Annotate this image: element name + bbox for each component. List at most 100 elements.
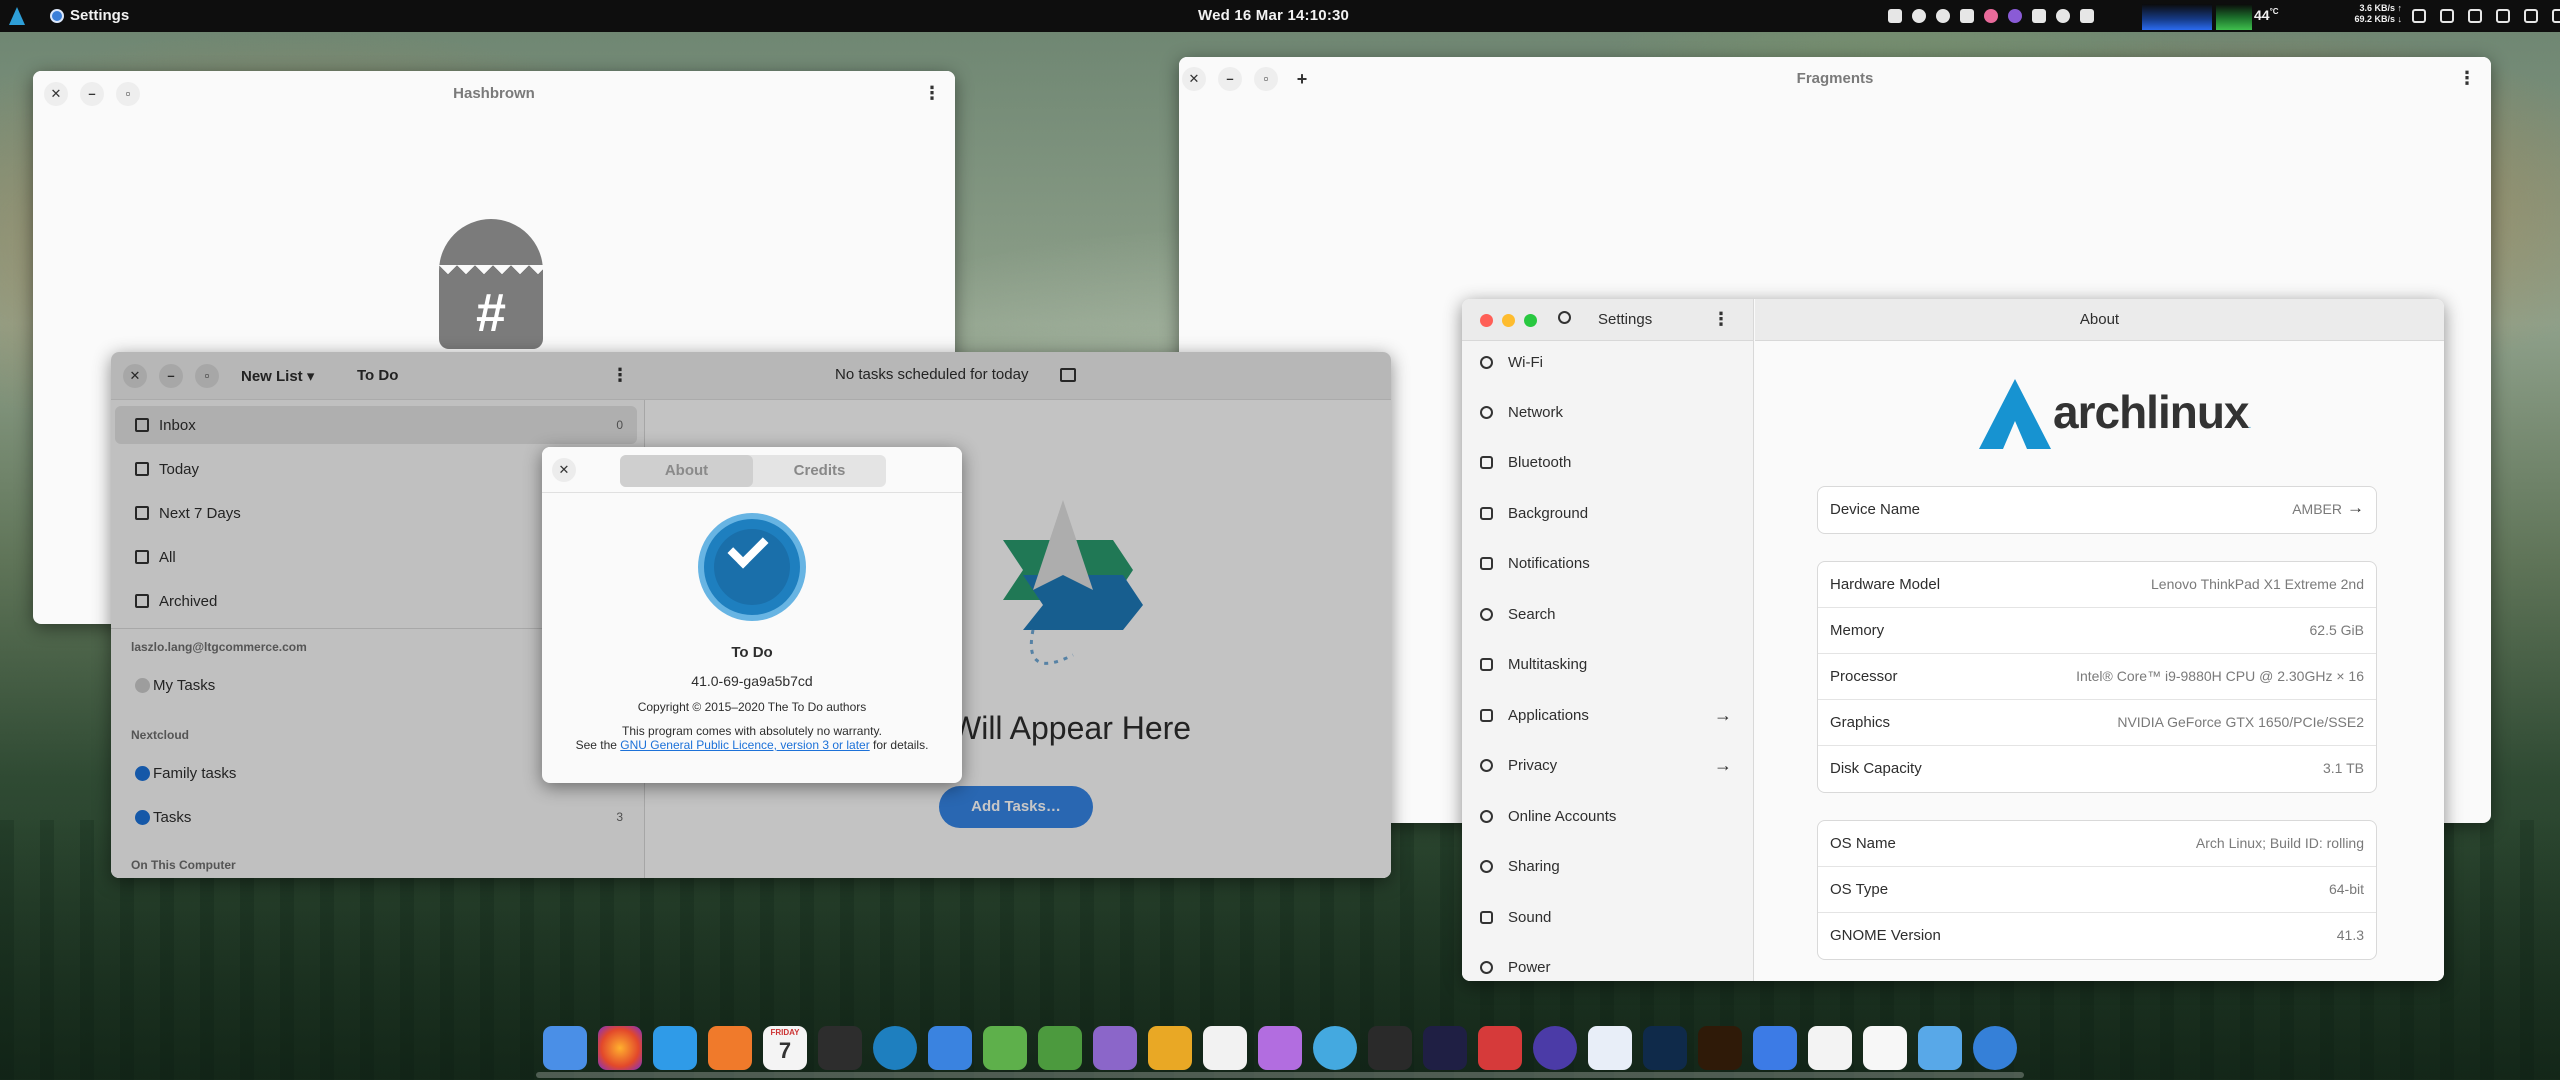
check-icon[interactable] bbox=[2056, 9, 2070, 23]
network-speed: 3.6 KB/s ↑ 69.2 KB/s ↓ bbox=[2330, 3, 2402, 25]
refresh-icon[interactable] bbox=[1984, 9, 1998, 23]
sidebar-item-sound[interactable]: Sound bbox=[1462, 896, 1754, 942]
focused-app-name[interactable]: Settings bbox=[70, 7, 129, 24]
system-monitor-icon[interactable] bbox=[818, 1026, 862, 1070]
illustrator-icon[interactable] bbox=[1698, 1026, 1742, 1070]
search-icon[interactable] bbox=[1558, 311, 1571, 324]
wifi-icon bbox=[1480, 356, 1493, 369]
sidebar-item-power[interactable]: Power bbox=[1462, 946, 1754, 981]
app-name: To Do bbox=[731, 644, 773, 661]
row-value: AMBER bbox=[2292, 501, 2342, 517]
settings-sidebar: Settings ⋮ Wi-Fi Network Bluetooth Backg… bbox=[1462, 299, 1754, 981]
clock[interactable]: Wed 16 Mar 14:10:30 bbox=[1198, 7, 1349, 24]
volume-icon[interactable] bbox=[2524, 9, 2538, 23]
item-label: Background bbox=[1508, 505, 1589, 522]
color-picker-icon[interactable] bbox=[2412, 9, 2426, 23]
meet-icon[interactable] bbox=[1038, 1026, 1082, 1070]
rss-icon[interactable] bbox=[708, 1026, 752, 1070]
search-icon bbox=[1480, 608, 1493, 621]
mail-icon[interactable] bbox=[653, 1026, 697, 1070]
menu-icon[interactable]: ⋮ bbox=[920, 82, 944, 106]
logo-trademark: . bbox=[2248, 420, 2252, 431]
sidebar-item-privacy[interactable]: Privacy → bbox=[1462, 744, 1754, 790]
os-name-row: OS Name Arch Linux; Build ID: rolling bbox=[1818, 821, 2376, 867]
wikipedia-icon[interactable] bbox=[1203, 1026, 1247, 1070]
tray-icons bbox=[1888, 9, 2094, 23]
sidebar-item-online-accounts[interactable]: Online Accounts bbox=[1462, 795, 1754, 841]
temperature: 44°C bbox=[2254, 7, 2279, 23]
sidebar-item-background[interactable]: Background bbox=[1462, 492, 1754, 538]
todo-dock-icon[interactable] bbox=[873, 1026, 917, 1070]
logo-text: archlinux bbox=[2053, 386, 2250, 438]
phone-icon[interactable] bbox=[2440, 9, 2454, 23]
contacts-icon[interactable] bbox=[928, 1026, 972, 1070]
tab-about[interactable]: About bbox=[620, 455, 753, 487]
memory-graph bbox=[2216, 4, 2252, 30]
sidebar-item-search[interactable]: Search bbox=[1462, 593, 1754, 639]
license-suffix: for details. bbox=[869, 738, 929, 752]
toggle-icon[interactable] bbox=[1973, 1026, 2017, 1070]
row-value: 41.3 bbox=[2336, 927, 2364, 943]
screen-icon[interactable] bbox=[2468, 9, 2482, 23]
settings-window: Settings ⋮ Wi-Fi Network Bluetooth Backg… bbox=[1462, 299, 2444, 981]
sidebar-item-notifications[interactable]: Notifications bbox=[1462, 542, 1754, 588]
sidebar-item-wifi[interactable]: Wi-Fi bbox=[1462, 341, 1754, 387]
nextcloud-icon[interactable] bbox=[1093, 1026, 1137, 1070]
messenger-icon[interactable] bbox=[1936, 9, 1950, 23]
code-editor-icon[interactable] bbox=[1588, 1026, 1632, 1070]
menu-icon[interactable]: ⋮ bbox=[2455, 67, 2479, 91]
clipboard-icon[interactable] bbox=[1888, 9, 1902, 23]
battery-icon[interactable] bbox=[2552, 9, 2560, 23]
top-bar: Settings Wed 16 Mar 14:10:30 44°C 3.6 KB… bbox=[0, 0, 2560, 32]
close-icon[interactable]: ✕ bbox=[552, 458, 576, 482]
activities-arch-icon[interactable] bbox=[9, 7, 25, 25]
sidebar-item-sharing[interactable]: Sharing bbox=[1462, 845, 1754, 891]
settings-app-icon bbox=[50, 9, 64, 23]
sidebar-item-bluetooth[interactable]: Bluetooth bbox=[1462, 441, 1754, 487]
tor-icon[interactable] bbox=[1533, 1026, 1577, 1070]
messenger-dock-icon[interactable] bbox=[1313, 1026, 1357, 1070]
kite-icon[interactable] bbox=[1918, 1026, 1962, 1070]
viber-icon[interactable] bbox=[2008, 9, 2022, 23]
chat-icon[interactable] bbox=[1912, 9, 1926, 23]
maps-icon[interactable] bbox=[983, 1026, 1027, 1070]
gnome-version-row: GNOME Version 41.3 bbox=[1818, 913, 2376, 959]
sidebar-item-network[interactable]: Network bbox=[1462, 391, 1754, 437]
device-name-row[interactable]: Device Name AMBER → bbox=[1818, 487, 2376, 533]
row-value: 3.1 TB bbox=[2323, 760, 2364, 776]
tab-credits[interactable]: Credits bbox=[753, 455, 886, 487]
sidebar-item-multitasking[interactable]: Multitasking bbox=[1462, 643, 1754, 689]
settings-main: About archlinux. Device Name AMBER → Har… bbox=[1755, 299, 2444, 981]
intellij-icon[interactable] bbox=[1423, 1026, 1467, 1070]
maximize-icon[interactable] bbox=[1524, 314, 1537, 327]
firefox-icon[interactable] bbox=[598, 1026, 642, 1070]
terminal-icon[interactable] bbox=[1148, 1026, 1192, 1070]
row-key: Hardware Model bbox=[1830, 576, 1941, 593]
sound-icon bbox=[1480, 911, 1493, 924]
app-grid-icon[interactable] bbox=[543, 1026, 587, 1070]
row-key: OS Name bbox=[1830, 835, 1896, 852]
window-title: Fragments bbox=[1796, 70, 1874, 87]
telegram-icon[interactable] bbox=[2032, 9, 2046, 23]
files-icon[interactable] bbox=[1863, 1026, 1907, 1070]
close-icon[interactable] bbox=[1480, 314, 1493, 327]
phpstorm-icon[interactable] bbox=[1368, 1026, 1412, 1070]
item-label: Power bbox=[1508, 959, 1551, 976]
timeshift-icon[interactable] bbox=[1258, 1026, 1302, 1070]
warranty: This program comes with absolutely no wa… bbox=[622, 724, 882, 738]
about-dialog: ✕ About Credits To Do 41.0-69-ga9a5b7cd … bbox=[542, 447, 962, 783]
slack-icon[interactable] bbox=[1960, 9, 1974, 23]
menu-icon[interactable]: ⋮ bbox=[1709, 308, 1733, 332]
minimize-icon[interactable] bbox=[1502, 314, 1515, 327]
row-value: 64-bit bbox=[2328, 881, 2364, 897]
license-link[interactable]: GNU General Public Licence, version 3 or… bbox=[620, 738, 869, 752]
calendar-app-icon[interactable]: FRIDAY 7 bbox=[763, 1026, 807, 1070]
sidebar-item-applications[interactable]: Applications → bbox=[1462, 694, 1754, 740]
network-icon[interactable] bbox=[2496, 9, 2510, 23]
photos-icon[interactable] bbox=[1808, 1026, 1852, 1070]
game-icon[interactable] bbox=[1478, 1026, 1522, 1070]
dock: FRIDAY 7 bbox=[538, 1024, 2024, 1072]
location-icon[interactable] bbox=[2080, 9, 2094, 23]
software-store-icon[interactable] bbox=[1753, 1026, 1797, 1070]
photoshop-icon[interactable] bbox=[1643, 1026, 1687, 1070]
